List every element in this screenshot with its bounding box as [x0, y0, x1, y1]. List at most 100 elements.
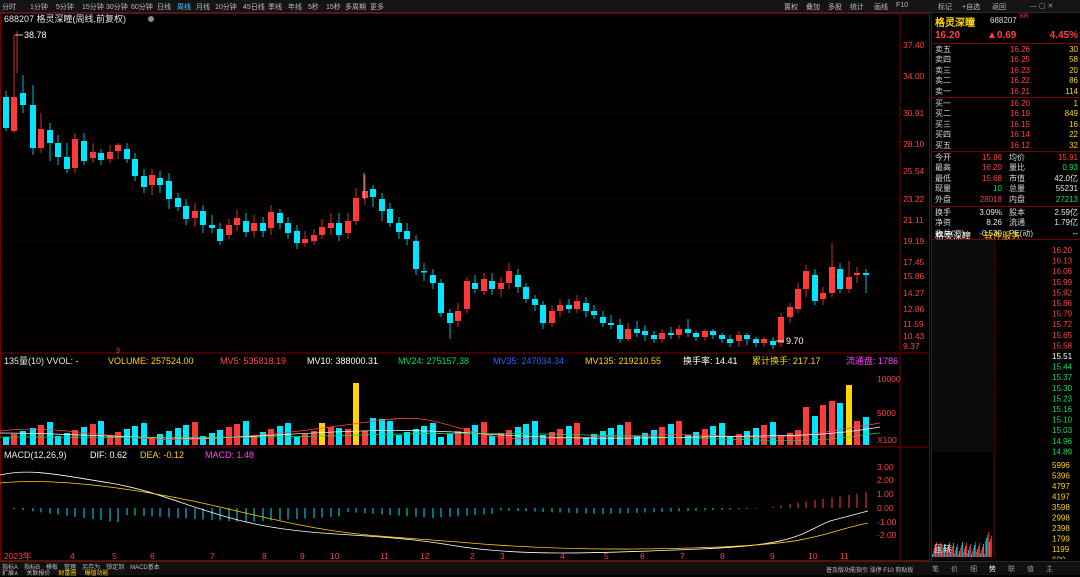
volume-bar: [854, 421, 860, 445]
chart-area[interactable]: 688207 格灵深瞳(周线,前复权) 37.40 34.00 30.91 28.10…: [0, 13, 930, 561]
toolbar-button[interactable]: 多股: [828, 2, 842, 12]
timeframe-tab[interactable]: 年线: [288, 2, 302, 12]
candle-body: [192, 211, 198, 218]
kr-badge: KR: [1020, 14, 1029, 20]
candle-body: [328, 223, 334, 228]
quote-tab[interactable]: 主: [1046, 566, 1053, 573]
quote-tab[interactable]: 值: [1027, 566, 1034, 573]
candle-body: [455, 311, 461, 321]
timeframe-tab[interactable]: 月线: [196, 2, 210, 12]
quote-tab[interactable]: 联: [1008, 566, 1015, 573]
toolbar-button[interactable]: 返回: [992, 2, 1006, 12]
candle-body: [81, 141, 87, 161]
quote-tab[interactable]: 价: [951, 566, 958, 573]
volume-title: 135量(10) VVOL: -: [4, 356, 79, 366]
candle-body: [464, 281, 470, 309]
toolbar-button[interactable]: 叠加: [806, 2, 820, 12]
ask-row[interactable]: 卖一 16.21 114: [935, 87, 1078, 97]
volume-bar: [863, 417, 869, 445]
timeframe-tab[interactable]: 15秒: [326, 2, 341, 12]
mini-volume-bar: [953, 543, 954, 557]
timeframe-tab[interactable]: 5分钟: [56, 2, 74, 12]
bid-row[interactable]: 买四 16.14 22: [935, 130, 1078, 140]
ask-row[interactable]: 卖三 16.23 20: [935, 66, 1078, 76]
candle-body: [625, 329, 631, 339]
intraday-mini-chart[interactable]: 16.20 16.1316.06 15.9915.92 15.86 15.7915.72…: [932, 239, 1080, 559]
quote-tab[interactable]: 细: [970, 566, 977, 573]
timeframe-tab[interactable]: 季线: [268, 2, 282, 12]
macd-tick: -2.00: [877, 530, 897, 540]
toolbar-button[interactable]: 画线: [874, 2, 888, 12]
bid-row[interactable]: 买一 16.20 1: [935, 99, 1078, 109]
toolbar-button[interactable]: 统计: [850, 2, 864, 12]
timeframe-tab[interactable]: 5秒: [308, 2, 319, 12]
mini-volume-bar: [973, 548, 974, 557]
low-label: 9.70: [786, 336, 804, 346]
timeframe-tab[interactable]: 分时: [2, 2, 16, 12]
timeframe-tab[interactable]: 多周期: [345, 2, 366, 12]
volume-bar: [540, 435, 546, 445]
high-marker: 38.78: [15, 30, 47, 40]
toolbar-button[interactable]: 标记: [938, 2, 952, 12]
indicator-tab[interactable]: MACD基本: [130, 565, 160, 571]
candle-body: [311, 235, 317, 241]
settings-dot-icon[interactable]: [148, 16, 154, 22]
date-tick: 11: [840, 551, 849, 561]
mini-volume-bar: [984, 554, 985, 557]
candle-body: [863, 273, 869, 275]
candle-body: [38, 129, 44, 148]
mini-volume-bar: [972, 551, 973, 557]
bottom-tab[interactable]: 扩展∧: [2, 571, 18, 577]
candle-body: [583, 303, 589, 311]
candle-body: [668, 333, 674, 335]
timeframe-tab[interactable]: 15分钟: [82, 2, 104, 12]
price-tick: 9.37: [903, 341, 920, 351]
bottom-tab[interactable]: 财富圈: [58, 571, 76, 577]
timeframe-tab-active[interactable]: 周线: [177, 2, 191, 12]
bottom-tab[interactable]: 关联报价: [26, 571, 50, 577]
candle-body: [217, 229, 223, 241]
timeframe-tab[interactable]: 30分钟: [106, 2, 128, 12]
toolbar-button[interactable]: +自选: [962, 2, 980, 12]
candle-body: [260, 223, 266, 231]
quote-tab[interactable]: 笔: [932, 566, 939, 573]
timeframe-tab[interactable]: 10分钟: [215, 2, 237, 12]
toolbar-button[interactable]: F10: [896, 2, 908, 9]
ask-row[interactable]: 卖四 16.25 58: [935, 55, 1078, 65]
bid-row[interactable]: 买五 16.12 32: [935, 141, 1078, 151]
bid-row[interactable]: 买二 16.19 849: [935, 109, 1078, 119]
timeframe-tab[interactable]: 45日线: [243, 2, 265, 12]
volume-bar: [132, 426, 138, 445]
mini-volume-bar: [982, 547, 983, 557]
candle-body: [812, 275, 818, 301]
window-controls[interactable]: — ▢ ✕: [1030, 2, 1053, 10]
timeframe-tab[interactable]: 日线: [157, 2, 171, 12]
kline-chart[interactable]: 688207 格灵深瞳(周线,前复权) 37.40 34.00 30.91 28.10…: [0, 13, 930, 561]
mini-volume-bar: [988, 532, 989, 557]
candle-body: [608, 323, 614, 325]
timeframe-tab[interactable]: 1分钟: [30, 2, 48, 12]
stat-row: 换手 3.09% 股本 2.59亿: [935, 208, 1078, 217]
mini-price-tick: 16.06: [1052, 267, 1073, 276]
candle-body: [20, 93, 26, 105]
volume-legend-item: MV24: 275157.38: [398, 356, 469, 366]
timeframe-tab[interactable]: 60分钟: [131, 2, 153, 12]
timeframe-tab[interactable]: 更多: [370, 2, 384, 12]
svg-text:VOLUME: 257524.00MV5: 535818.1: VOLUME: 257524.00 MV5: 535818.19 MV10: 388…: [108, 355, 898, 366]
ask-row[interactable]: 卖二 16.22 86: [935, 76, 1078, 86]
mini-price-tick: 15.03: [1052, 426, 1073, 435]
bid-row[interactable]: 买三 16.15 16: [935, 120, 1078, 130]
bottom-tab[interactable]: 爆值功能: [84, 571, 108, 577]
mini-volume-tick: 2998: [1052, 514, 1070, 523]
stat-row: 净资 8.26 流通 1.79亿: [935, 218, 1078, 228]
macd-tick: 0.00: [877, 503, 894, 513]
candle-body: [472, 283, 478, 289]
bottom-right-links[interactable]: 普及版功能指引 涨停 F10 剪贴板: [826, 565, 913, 574]
toolbar-button[interactable]: 置权: [784, 2, 798, 12]
date-tick: 4: [70, 551, 75, 561]
volume-legend: 135量(10) VVOL: - VOLUME: 257524.00 MV5: 5…: [4, 355, 898, 366]
volume-bar: [421, 426, 427, 445]
ask-row[interactable]: 卖五 16.26 30: [935, 45, 1078, 55]
mini-price-tick: 15.72: [1052, 320, 1073, 329]
quote-tab[interactable]: 势: [989, 566, 996, 573]
